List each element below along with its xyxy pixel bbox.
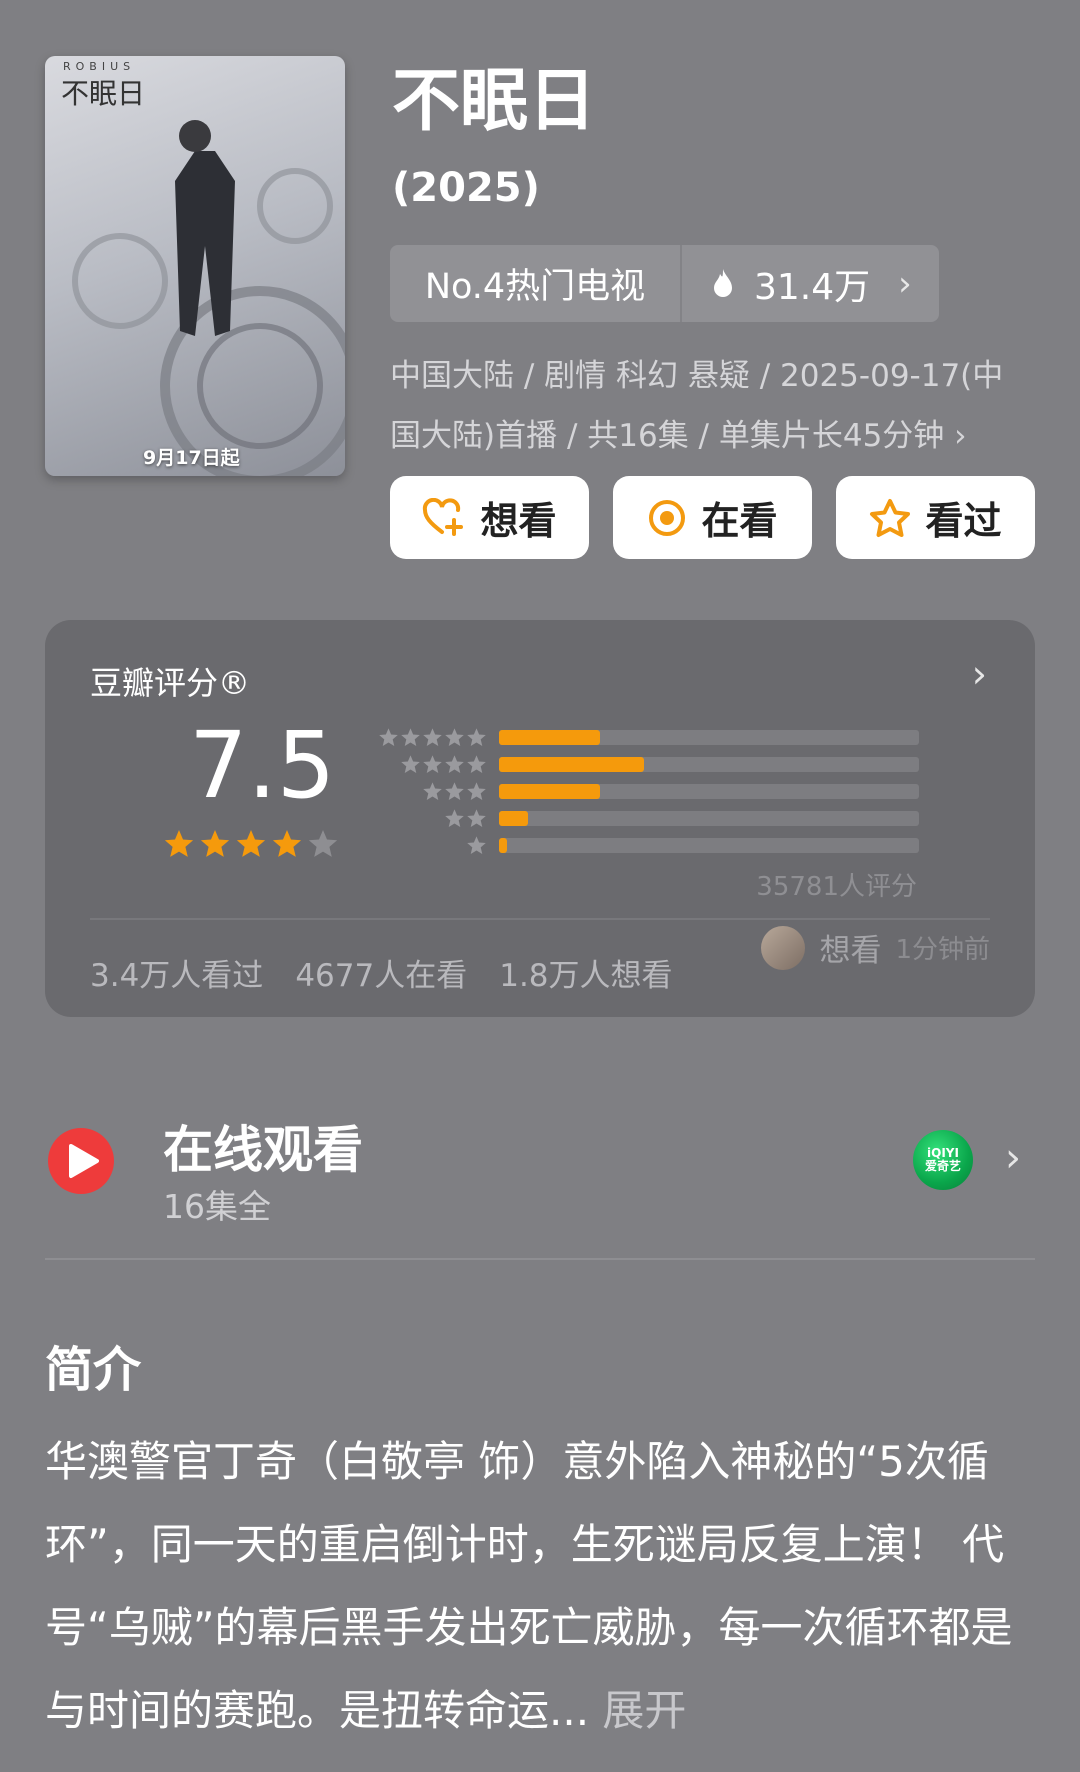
star-icon <box>236 830 266 857</box>
watching-label: 在看 <box>701 499 778 543</box>
distribution-stars <box>377 727 487 748</box>
divider <box>45 1258 1035 1260</box>
rating-stars <box>163 828 339 860</box>
star-icon <box>445 728 464 746</box>
star-icon <box>401 755 420 773</box>
distribution-stars <box>377 754 487 775</box>
star-icon <box>467 782 486 800</box>
distribution-bar <box>499 838 508 853</box>
star-icon <box>272 830 302 857</box>
star-icon <box>423 755 442 773</box>
watching-count[interactable]: 4677人在看 <box>295 950 467 995</box>
intro-title: 简介 <box>45 1342 142 1398</box>
show-year: (2025) <box>392 165 540 211</box>
distribution-bar <box>499 784 600 799</box>
star-icon <box>445 755 464 773</box>
intro-body: 华澳警官丁奇（白敬亭 饰）意外陷入神秘的“5次循环”，同一天的重启倒计时，生死谜… <box>45 1437 1013 1735</box>
star-icon <box>467 755 486 773</box>
star-icon <box>308 830 338 857</box>
online-watch-title[interactable]: 在线观看 <box>163 1110 363 1182</box>
distribution-track <box>499 838 919 853</box>
meta-line: 中国大陆 / 剧情 科幻 悬疑 / 2025-09-17(中 <box>390 358 1004 394</box>
distribution-row <box>377 724 919 751</box>
want-label: 想看 <box>480 499 557 543</box>
target-icon <box>649 499 686 536</box>
chevron-right-icon: › <box>898 263 912 304</box>
heat-value-group[interactable]: 31.4万 › <box>682 258 939 310</box>
intro-text[interactable]: 华澳警官丁奇（白敬亭 饰）意外陷入神秘的“5次循环”，同一天的重启倒计时，生死谜… <box>45 1420 1040 1752</box>
rank-label: No.4热门电视 <box>424 267 646 307</box>
distribution-row <box>377 805 919 832</box>
chevron-right-icon[interactable]: › <box>1005 1135 1021 1181</box>
distribution-bar <box>499 811 529 826</box>
avatar <box>761 925 806 970</box>
expand-link[interactable]: 展开 <box>602 1686 686 1735</box>
rating-distribution <box>377 724 919 859</box>
distribution-track <box>499 784 919 799</box>
distribution-track <box>499 811 919 826</box>
activity-label: 想看 <box>819 933 882 969</box>
star-outline-icon <box>870 498 911 537</box>
rating-score: 7.5 <box>189 712 336 819</box>
star-icon <box>379 728 398 746</box>
online-watch-subtitle: 16集全 <box>163 1187 271 1226</box>
raters-count: 35781人评分 <box>756 872 917 902</box>
provider-logo-text: 爱奇艺 <box>924 1159 961 1173</box>
star-icon <box>445 782 464 800</box>
star-icon <box>467 809 486 827</box>
recent-activity[interactable]: 想看 1分钟前 <box>761 925 990 970</box>
poster-artwork <box>72 120 345 476</box>
watched-label: 看过 <box>925 499 1002 543</box>
want-count[interactable]: 1.8万人想看 <box>499 950 672 995</box>
poster-date: 9月17日起 <box>143 447 240 469</box>
rating-title: 豆瓣评分® <box>90 664 251 702</box>
distribution-row <box>377 832 919 859</box>
distribution-bar <box>499 757 644 772</box>
star-icon <box>467 728 486 746</box>
show-title: 不眠日 <box>392 62 597 141</box>
distribution-bar <box>499 730 600 745</box>
rating-card[interactable]: 豆瓣评分® › 7.5 35781人评分 3.4万人看过 4677人在看 1.8… <box>45 620 1035 1017</box>
star-icon <box>423 728 442 746</box>
distribution-track <box>499 757 919 772</box>
iqiyi-logo-icon[interactable]: iQIYI 爱奇艺 <box>913 1130 973 1190</box>
heart-plus-icon <box>423 497 464 536</box>
watched-button[interactable]: 看过 <box>836 476 1035 559</box>
rank-badge[interactable]: No.4热门电视 31.4万 › <box>390 245 939 322</box>
poster-image[interactable]: ROBIUS 不眠日 9月17日起 <box>45 56 345 476</box>
show-meta[interactable]: 中国大陆 / 剧情 科幻 悬疑 / 2025-09-17(中 国大陆)首播 / … <box>390 346 1020 466</box>
meta-line: 国大陆)首播 / 共16集 / 单集片长45分钟 › <box>390 418 967 454</box>
divider <box>90 918 990 920</box>
chevron-right-icon[interactable]: › <box>972 652 987 696</box>
audience-counts: 3.4万人看过 4677人在看 1.8万人想看 <box>90 950 673 995</box>
activity-time: 1分钟前 <box>895 935 990 965</box>
poster-title: 不眠日 <box>61 77 146 110</box>
watching-button[interactable]: 在看 <box>613 476 812 559</box>
play-icon[interactable] <box>47 1127 115 1195</box>
star-icon <box>445 809 464 827</box>
star-icon <box>200 830 230 857</box>
flame-icon <box>714 268 732 297</box>
star-icon <box>401 728 420 746</box>
distribution-stars <box>377 808 487 829</box>
watched-count[interactable]: 3.4万人看过 <box>90 950 263 995</box>
distribution-stars <box>377 781 487 802</box>
heat-value: 31.4万 <box>754 266 871 308</box>
star-icon <box>467 836 486 854</box>
distribution-track <box>499 730 919 745</box>
star-icon <box>164 830 194 857</box>
distribution-row <box>377 751 919 778</box>
distribution-stars <box>377 835 487 856</box>
star-icon <box>423 782 442 800</box>
distribution-row <box>377 778 919 805</box>
want-button[interactable]: 想看 <box>390 476 589 559</box>
